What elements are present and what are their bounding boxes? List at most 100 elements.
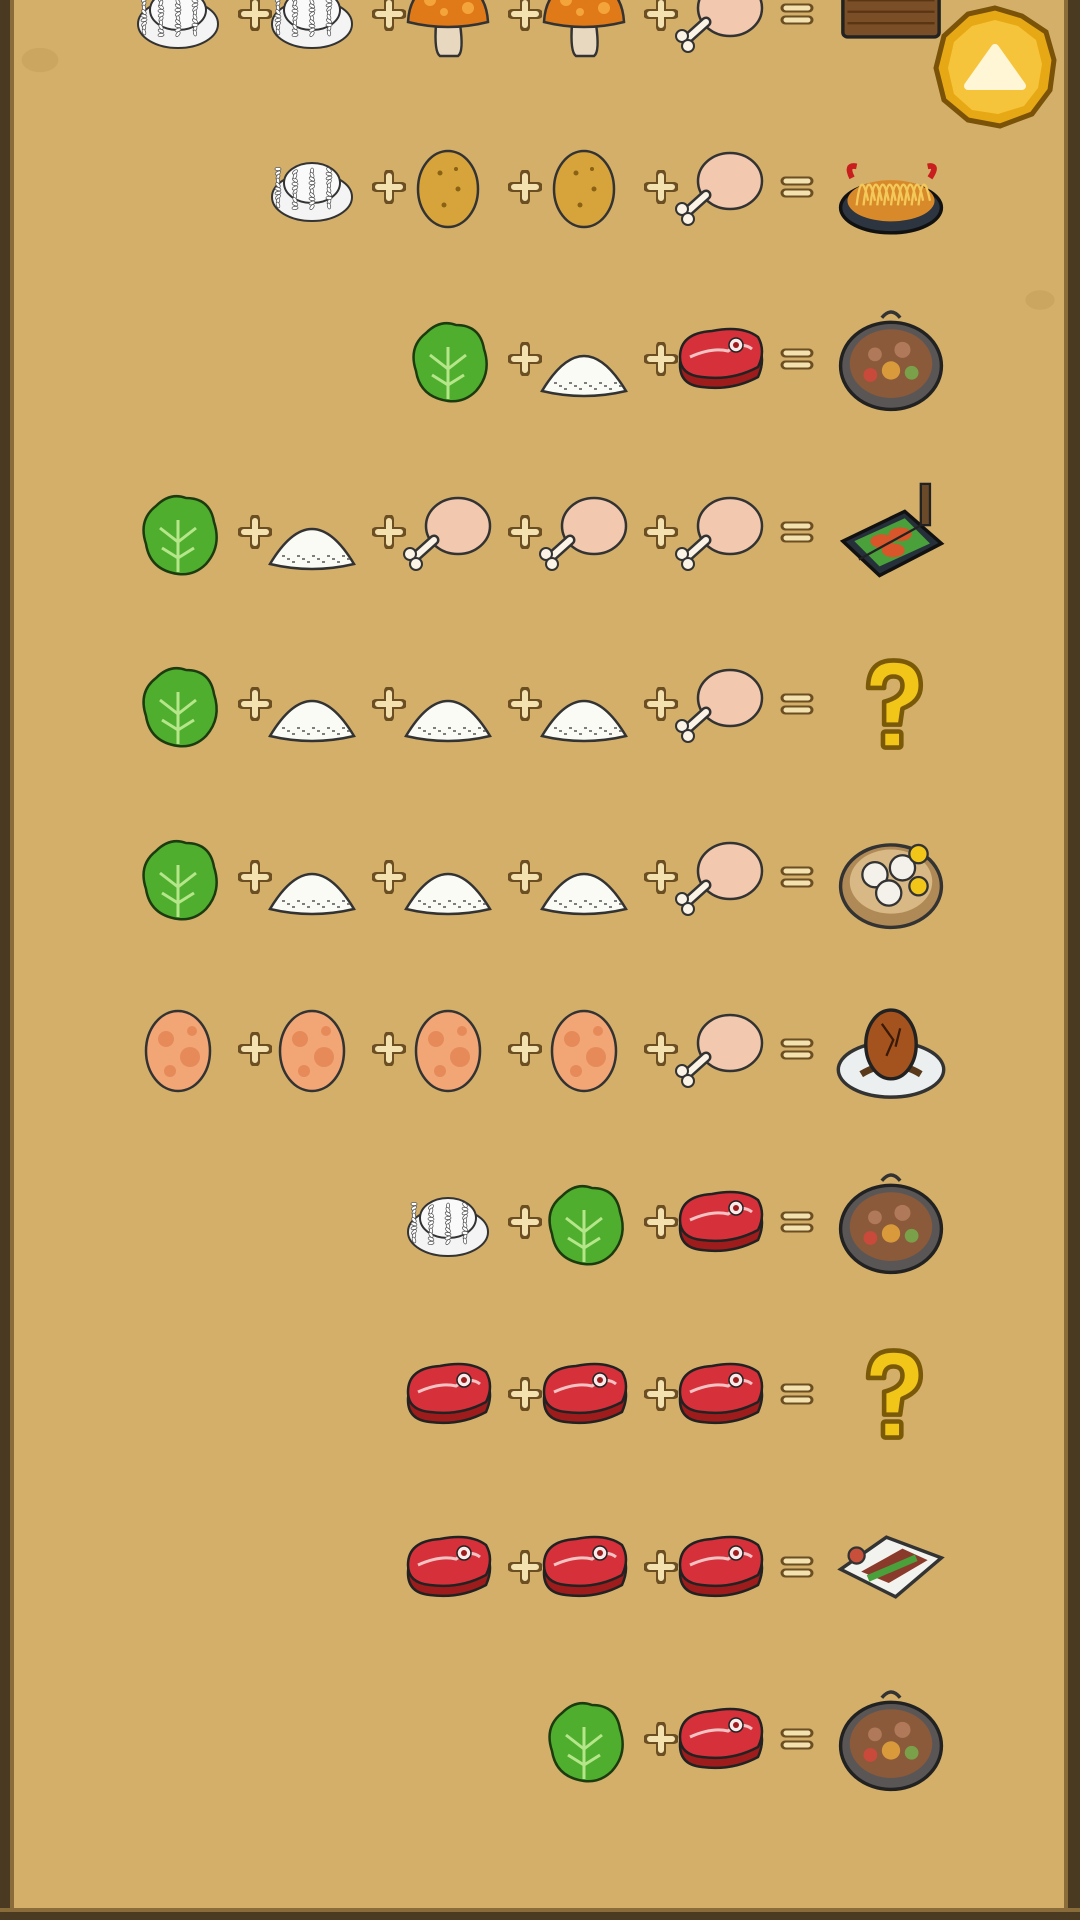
ingredient-slot[interactable] [672, 1519, 768, 1615]
ingredient-slot[interactable] [672, 656, 768, 752]
equals-icon [780, 342, 814, 376]
ingredient-slot[interactable] [400, 1001, 496, 1097]
ingredient-slot[interactable] [264, 484, 360, 580]
mushroom-icon [406, 0, 490, 58]
ingredient-slot[interactable] [672, 829, 768, 925]
ingredient-slot[interactable] [400, 656, 496, 752]
recipe-row[interactable] [0, 999, 1080, 1099]
ingredient-slot[interactable] [130, 656, 226, 752]
rice-icon [137, 0, 219, 49]
frame-right [1064, 0, 1080, 1920]
ingredient-slot[interactable] [672, 1174, 768, 1270]
steak-icon [542, 1535, 628, 1597]
egg-icon [278, 1009, 346, 1093]
ingredient-slot[interactable] [536, 484, 632, 580]
drumstick-icon [675, 1013, 764, 1088]
equals-icon [780, 860, 814, 894]
ingredient-slot[interactable] [672, 1691, 768, 1787]
ingredient-slot[interactable] [130, 1001, 226, 1097]
recipe-row[interactable] [0, 1689, 1080, 1792]
egg-icon [550, 1009, 618, 1093]
ingredient-slot[interactable] [264, 1001, 360, 1097]
rice-icon [271, 0, 353, 49]
steak-icon [542, 1362, 628, 1425]
recipe-row[interactable] [0, 137, 1080, 237]
equals-icon [780, 1550, 814, 1584]
drumstick-icon [675, 841, 764, 916]
ingredient-slot[interactable] [536, 0, 632, 62]
lettuce-icon [142, 839, 218, 921]
drumstick-icon [675, 0, 764, 53]
lettuce-icon [142, 667, 218, 748]
ingredient-slot[interactable] [536, 829, 632, 925]
equals-icon [780, 687, 814, 721]
ingredient-slot[interactable] [400, 0, 496, 62]
ingredient-slot[interactable] [400, 311, 496, 407]
drumstick-icon [675, 151, 764, 226]
recipe-row[interactable] [0, 654, 1080, 754]
ingredient-slot[interactable] [536, 1691, 632, 1787]
result-dish-slot[interactable] [836, 1167, 946, 1277]
ingredient-slot[interactable] [536, 656, 632, 752]
ingredient-slot[interactable] [130, 484, 226, 580]
steak-icon [678, 1190, 764, 1252]
scroll-up-button[interactable] [930, 2, 1060, 132]
ingredient-slot[interactable] [672, 311, 768, 407]
recipe-row[interactable] [0, 0, 1080, 64]
equals-icon [780, 0, 814, 31]
ingredient-slot[interactable] [400, 829, 496, 925]
ingredient-slot[interactable] [264, 139, 360, 235]
ingredient-slot[interactable] [400, 1346, 496, 1442]
recipe-row[interactable] [0, 482, 1080, 582]
ingredient-slot[interactable] [400, 1174, 496, 1270]
ingredient-slot[interactable] [536, 1519, 632, 1615]
ingredient-slot[interactable] [400, 139, 496, 235]
sliced-beef-platter-icon [837, 1534, 945, 1599]
ingredient-slot[interactable] [130, 0, 226, 62]
ingredient-slot[interactable] [536, 1001, 632, 1097]
result-dish-slot[interactable] [836, 477, 946, 587]
drumstick-icon [675, 496, 764, 571]
egg-icon [414, 1009, 482, 1093]
ingredient-slot[interactable] [130, 829, 226, 925]
result-dish-slot[interactable] [836, 994, 946, 1104]
ingredient-slot[interactable] [536, 139, 632, 235]
ingredient-slot[interactable] [400, 1519, 496, 1615]
ingredient-slot[interactable] [672, 484, 768, 580]
recipe-row[interactable] [0, 1517, 1080, 1617]
hotpot-icon [838, 1172, 944, 1274]
frame-left [0, 0, 14, 1920]
equals-icon [780, 1032, 814, 1066]
ingredient-slot[interactable] [264, 0, 360, 62]
ingredient-slot[interactable] [536, 1346, 632, 1442]
ingredient-slot[interactable] [264, 656, 360, 752]
recipe-row[interactable] [0, 1172, 1080, 1274]
result-dish-slot[interactable] [836, 1684, 946, 1794]
result-dish-slot[interactable] [836, 1512, 946, 1622]
unknown-result-slot[interactable] [836, 649, 946, 759]
ingredient-slot[interactable] [672, 0, 768, 62]
steak-icon [678, 327, 764, 390]
ingredient-slot[interactable] [536, 311, 632, 407]
unknown-result-slot[interactable] [836, 1339, 946, 1449]
recipe-row[interactable] [0, 309, 1080, 412]
ingredient-slot[interactable] [672, 139, 768, 235]
salt-icon [540, 354, 628, 398]
equals-icon [780, 1722, 814, 1756]
result-dish-slot[interactable] [836, 304, 946, 414]
ingredient-slot[interactable] [264, 829, 360, 925]
result-dish-slot[interactable] [836, 822, 946, 932]
skewer-platter-icon [839, 482, 945, 578]
ingredient-slot[interactable] [672, 1346, 768, 1442]
ingredient-slot[interactable] [672, 1001, 768, 1097]
salt-icon [268, 872, 356, 915]
spicy-noodles-icon [838, 162, 944, 235]
salt-icon [404, 872, 492, 915]
recipe-row[interactable] [0, 1344, 1080, 1444]
ingredient-slot[interactable] [536, 1174, 632, 1270]
result-dish-slot[interactable] [836, 132, 946, 242]
recipe-row[interactable] [0, 827, 1080, 929]
hotpot-icon [838, 1690, 944, 1792]
lettuce-icon [412, 322, 488, 403]
ingredient-slot[interactable] [400, 484, 496, 580]
